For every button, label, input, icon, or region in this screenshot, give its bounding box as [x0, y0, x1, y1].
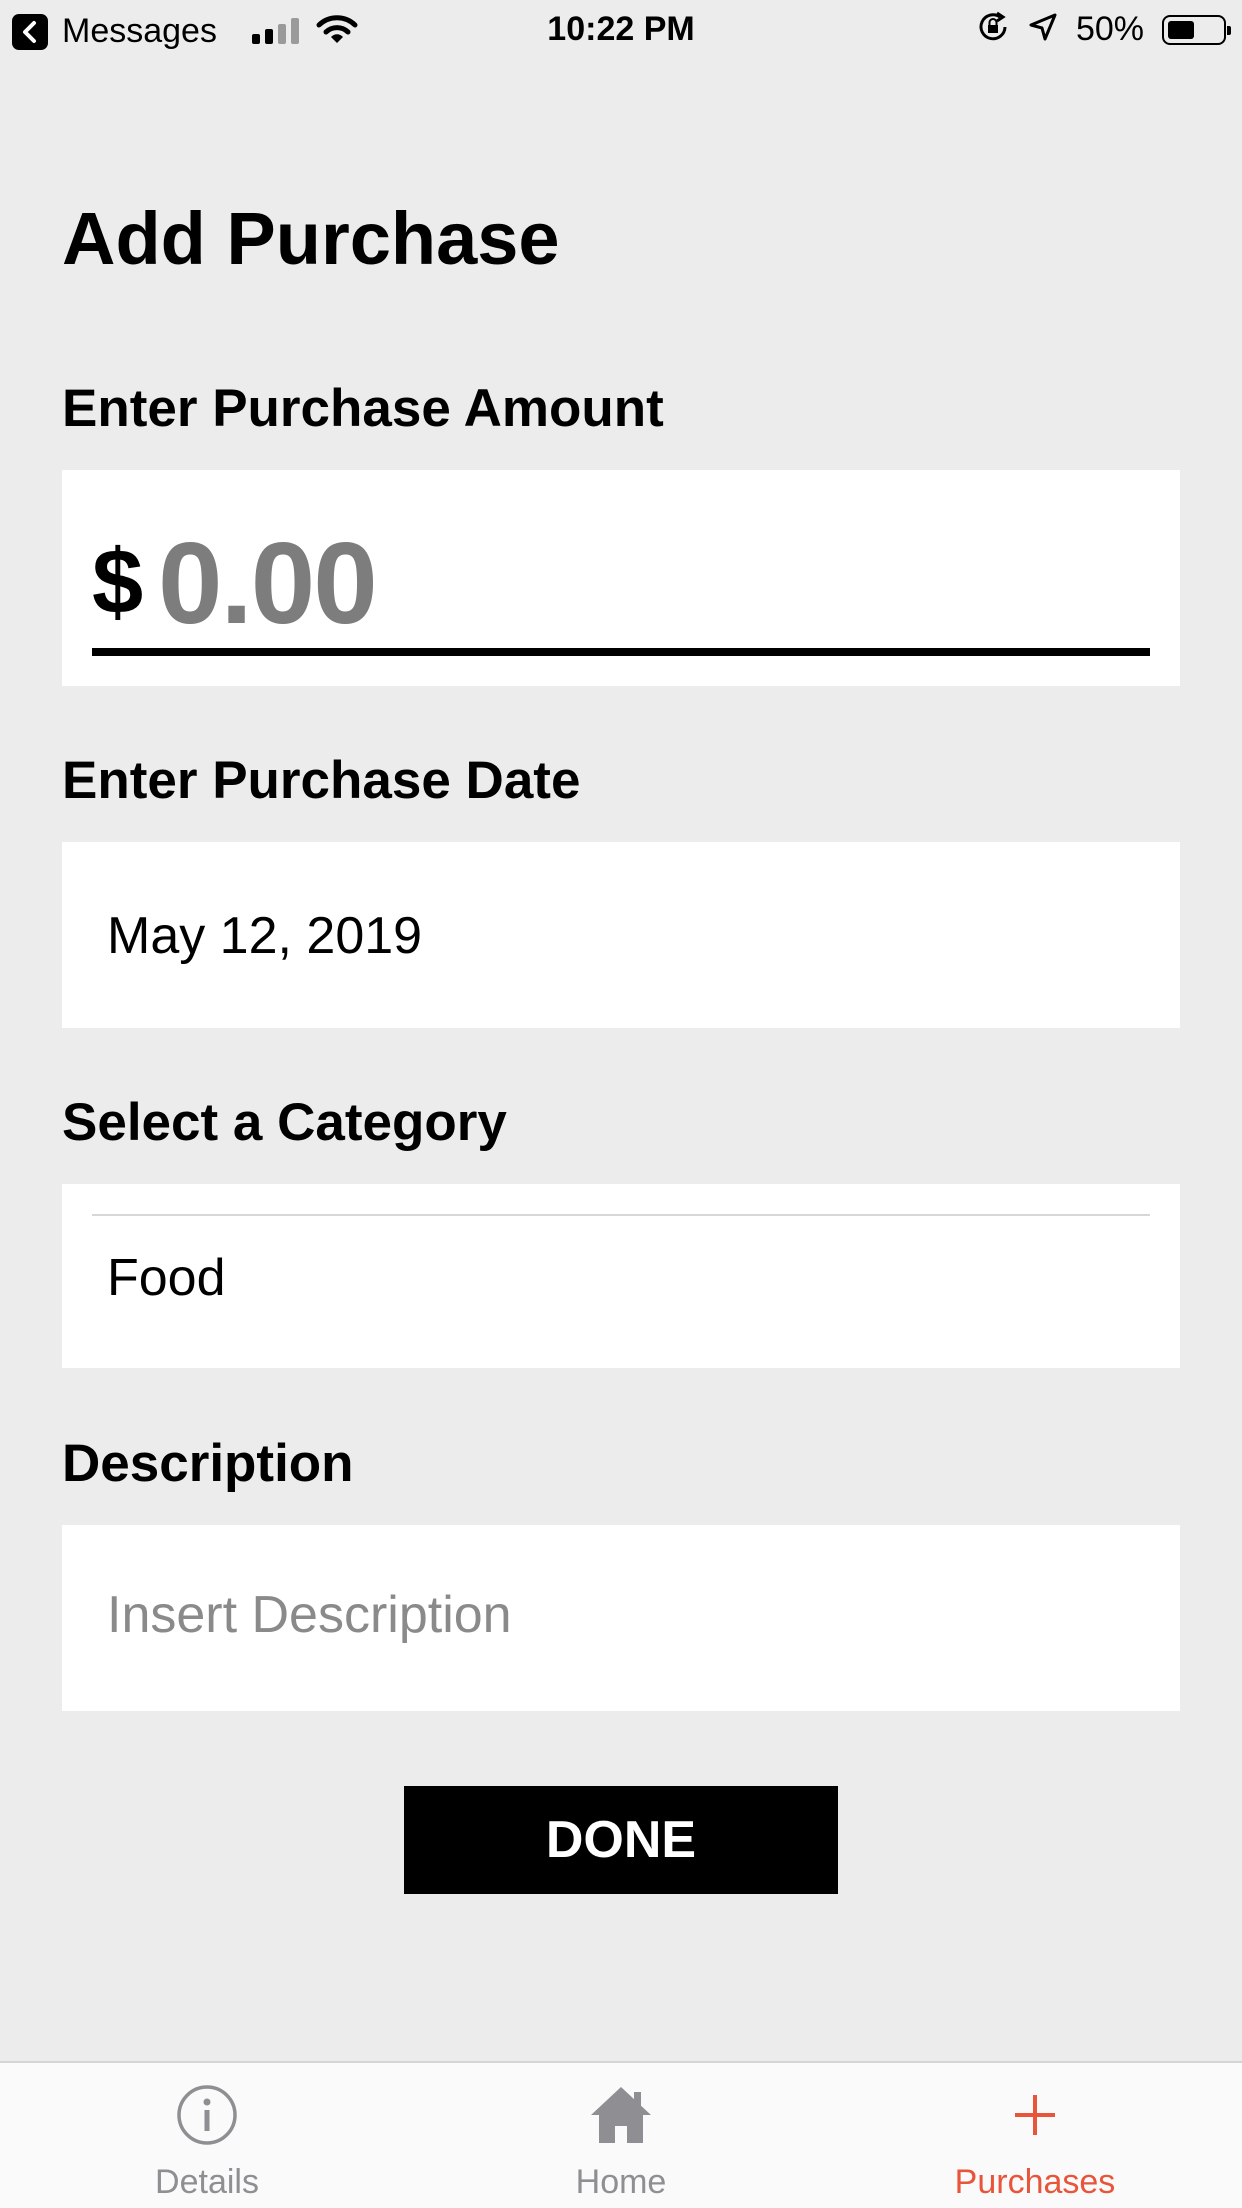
- battery-icon: [1162, 14, 1231, 45]
- tab-details-label: Details: [155, 2163, 259, 2201]
- done-button[interactable]: DONE: [404, 1786, 838, 1894]
- date-value: May 12, 2019: [107, 907, 423, 965]
- date-label: Enter Purchase Date: [62, 751, 581, 810]
- tab-purchases-label: Purchases: [954, 2163, 1116, 2201]
- category-label: Select a Category: [62, 1093, 507, 1152]
- picker-divider: [92, 1214, 1150, 1216]
- category-picker[interactable]: Food: [62, 1184, 1180, 1368]
- description-input[interactable]: [107, 1585, 1127, 1645]
- plus-icon: [828, 2079, 1242, 2151]
- home-icon: [414, 2079, 828, 2151]
- battery-percent: 50%: [1075, 10, 1144, 48]
- amount-input[interactable]: 0.00: [158, 516, 378, 650]
- tab-home[interactable]: Home: [414, 2063, 828, 2208]
- date-field[interactable]: May 12, 2019: [62, 842, 1180, 1028]
- amount-underline: [92, 648, 1150, 656]
- amount-field[interactable]: $ 0.00: [62, 470, 1180, 686]
- tab-purchases[interactable]: Purchases: [828, 2063, 1242, 2208]
- tab-details[interactable]: Details: [0, 2063, 414, 2208]
- orientation-lock-icon: [976, 10, 1010, 49]
- info-circle-icon: [0, 2079, 414, 2151]
- category-value: Food: [107, 1249, 226, 1307]
- status-bar: Messages 10:22 PM 50%: [0, 0, 1242, 62]
- page-title: Add Purchase: [62, 197, 560, 280]
- description-field[interactable]: [62, 1525, 1180, 1711]
- location-arrow-icon: [1028, 12, 1058, 47]
- amount-label: Enter Purchase Amount: [62, 379, 664, 438]
- currency-symbol: $: [92, 531, 144, 633]
- tab-bar: Details Home Purchases: [0, 2061, 1242, 2208]
- tab-home-label: Home: [575, 2163, 667, 2201]
- description-label: Description: [62, 1434, 354, 1493]
